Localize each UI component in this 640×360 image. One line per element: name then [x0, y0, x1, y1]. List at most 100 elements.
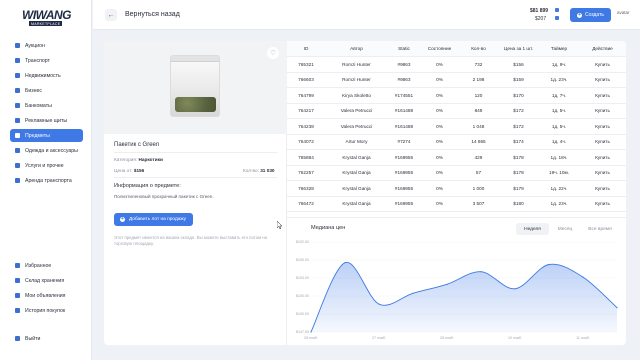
- sidebar-item[interactable]: Одежда и аксессуары: [10, 144, 83, 157]
- list-icon: [15, 293, 20, 298]
- table-cell: 766472: [298, 201, 314, 207]
- sidebar-item-label: Аренда транспорта: [25, 177, 72, 184]
- y-tick-label: $147.50: [296, 330, 309, 334]
- product-details: ♡ Пакетик с Green Категория: Наркотики Ц…: [104, 41, 287, 345]
- sidebar-item[interactable]: История покупок: [10, 304, 83, 317]
- sidebar-item[interactable]: Бизнес: [10, 84, 83, 97]
- table-cell: 0%: [436, 154, 443, 160]
- y-tick-label: $150.00: [296, 312, 309, 316]
- category-value: Наркотики: [138, 157, 163, 162]
- table-cell: #169955: [394, 154, 414, 160]
- table-cell: $156: [513, 61, 524, 67]
- back-label[interactable]: Вернуться назад: [125, 11, 180, 18]
- sidebar-item[interactable]: Мои объявления: [10, 289, 83, 302]
- column-header[interactable]: Таймер: [539, 41, 579, 56]
- logout-button[interactable]: Выйти: [10, 332, 83, 345]
- shirt-icon: [15, 148, 20, 153]
- table-cell: 0%: [436, 92, 443, 98]
- table-cell: 764238: [298, 123, 314, 129]
- period-tab[interactable]: Все время: [582, 223, 618, 235]
- column-header[interactable]: Автор: [325, 41, 388, 56]
- buy-button[interactable]: Купить: [579, 88, 626, 103]
- avatar[interactable]: avatar: [617, 10, 633, 20]
- buy-button[interactable]: Купить: [579, 57, 626, 72]
- favorite-button[interactable]: ♡: [267, 47, 279, 59]
- sidebar-item-label: Транспорт: [25, 57, 50, 64]
- mouse-cursor-icon: [277, 221, 283, 229]
- buy-button[interactable]: Купить: [579, 181, 626, 196]
- table-row: 764238 Valera Petrucci #161488 0% 1 048 $172 1…: [287, 119, 626, 135]
- x-tick-label: 10 нояб.: [508, 336, 522, 340]
- buy-button[interactable]: Купить: [579, 135, 626, 150]
- column-header[interactable]: ID: [287, 41, 325, 56]
- table-row: 765321 Romzi Hunter #9863 0% 732 $156 1д. 9ч. К…: [287, 57, 626, 73]
- table-cell: 0%: [436, 139, 443, 145]
- period-tab[interactable]: Месяц: [552, 223, 578, 235]
- sidebar-item[interactable]: Недвижимость: [10, 69, 83, 82]
- logout-label: Выйти: [25, 335, 41, 342]
- column-header[interactable]: Состояние: [420, 41, 459, 56]
- price-row: Цена от: $156: [114, 168, 145, 173]
- sidebar-item[interactable]: Транспорт: [10, 54, 83, 67]
- sidebar-item[interactable]: Рекламные щиты: [10, 114, 83, 127]
- table-cell: 1д. 22ч.: [550, 185, 568, 191]
- sidebar-item-label: Недвижимость: [25, 72, 61, 79]
- data-point: [480, 271, 482, 273]
- sidebar-item[interactable]: Аренда транспорта: [10, 174, 83, 187]
- table-cell: $178: [513, 154, 524, 160]
- table-cell: #169955: [394, 185, 414, 191]
- table-cell: #161488: [394, 123, 414, 129]
- create-label: Создать: [584, 12, 604, 18]
- atm-icon: [15, 103, 20, 108]
- table-cell: #7274: [397, 139, 411, 145]
- table-cell: 762257: [298, 170, 314, 176]
- column-header[interactable]: Цена за 1 шт.: [498, 41, 539, 56]
- buy-button[interactable]: Купить: [579, 104, 626, 119]
- buy-button[interactable]: Купить: [579, 150, 626, 165]
- sidebar-item[interactable]: Услуги и прочее: [10, 159, 83, 172]
- logo[interactable]: WIWANG MARKETPLACE: [22, 9, 72, 27]
- warehouse-icon: [15, 278, 20, 283]
- table-cell: 120: [474, 92, 483, 98]
- wallet-icon: [555, 16, 559, 20]
- table-cell: 1д. 23ч.: [550, 77, 568, 83]
- buy-button[interactable]: Купить: [579, 119, 626, 134]
- sidebar-item[interactable]: Банкоматы: [10, 99, 83, 112]
- category-row: Категория: Наркотики: [114, 157, 163, 162]
- buy-button[interactable]: Купить: [579, 166, 626, 181]
- sidebar-item[interactable]: Аукцион: [10, 39, 83, 52]
- info-heading: Информация о предмете:: [114, 183, 181, 189]
- add-lot-button[interactable]: + Добавить лот на продажу: [114, 213, 193, 226]
- gavel-icon: [15, 43, 20, 48]
- table-cell: 1д. 5ч.: [551, 108, 567, 114]
- column-header[interactable]: Кол-во: [459, 41, 498, 56]
- period-tab[interactable]: Неделя: [516, 223, 549, 235]
- sidebar-item[interactable]: Избранное: [10, 259, 83, 272]
- column-header[interactable]: Действие: [579, 41, 626, 56]
- table-cell: 766603: [298, 77, 314, 83]
- table-cell: 0%: [436, 108, 443, 114]
- table-cell: 0%: [436, 201, 443, 207]
- column-header[interactable]: Static: [388, 41, 420, 56]
- table-cell: 1д. 18ч.: [550, 154, 568, 160]
- sidebar-item-label: Мои объявления: [25, 292, 66, 299]
- table-cell: Romzi Hunter: [342, 61, 371, 67]
- table-cell: $172: [513, 123, 524, 129]
- buy-button[interactable]: Купить: [579, 197, 626, 212]
- table-cell: Valera Petrucci: [340, 108, 373, 114]
- price-value: $156: [133, 168, 145, 173]
- back-button[interactable]: ←: [105, 9, 117, 21]
- bag-image: [170, 55, 220, 117]
- table-cell: $174: [513, 139, 524, 145]
- logout-icon: [15, 336, 20, 341]
- table-cell: 1д. 9ч.: [551, 61, 567, 67]
- create-button[interactable]: + Создать: [570, 8, 611, 22]
- balance-main: $81 899: [530, 8, 549, 14]
- sidebar-item[interactable]: Предметы: [10, 129, 83, 142]
- table-cell: 1д. 5ч.: [551, 123, 567, 129]
- x-tick-label: 28 нояб.: [440, 336, 454, 340]
- table-cell: Artur Mory: [345, 139, 368, 145]
- sidebar-item[interactable]: Склад хранения: [10, 274, 83, 287]
- table-cell: 14 865: [471, 139, 486, 145]
- buy-button[interactable]: Купить: [579, 73, 626, 88]
